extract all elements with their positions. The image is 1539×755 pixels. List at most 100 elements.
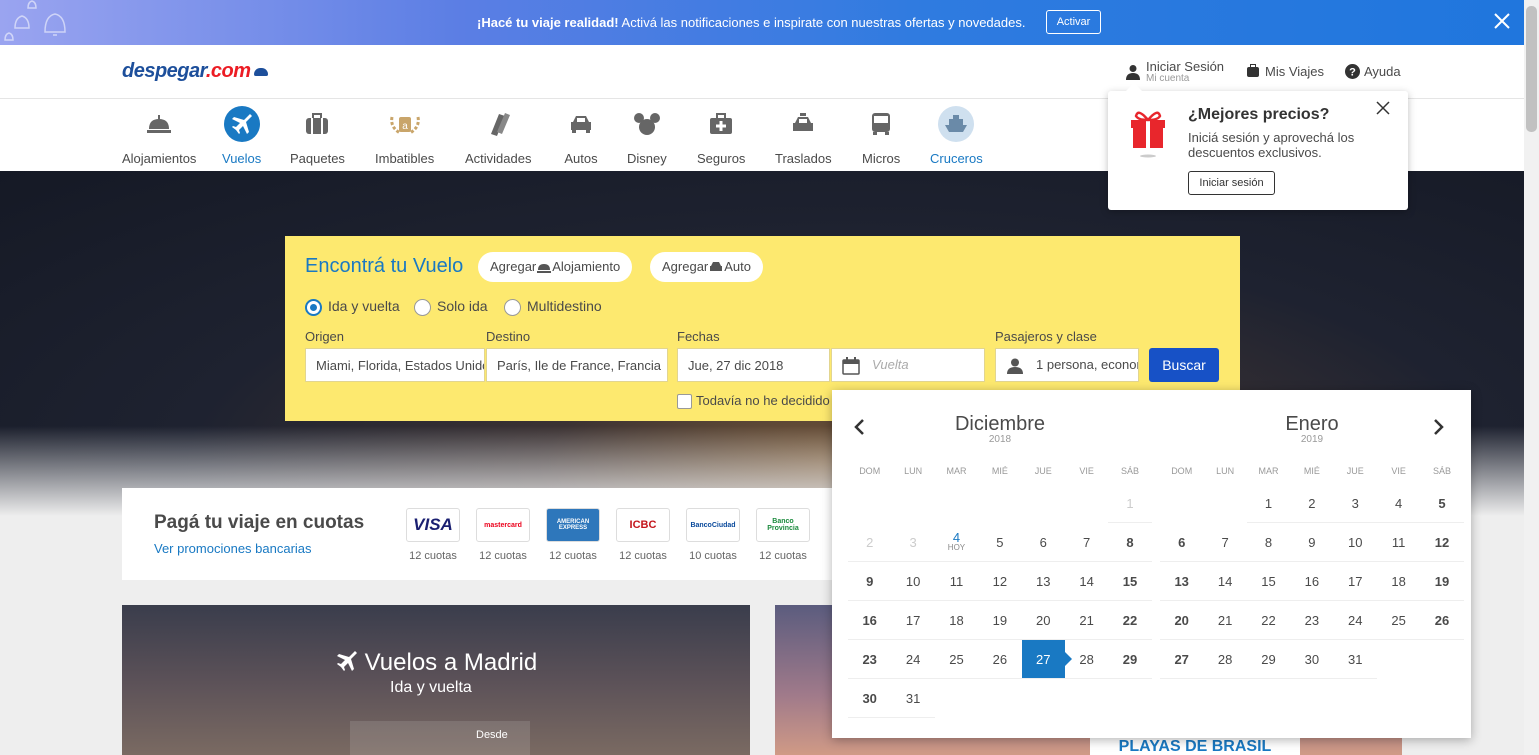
calendar-day[interactable]: 12	[978, 562, 1022, 601]
calendar-day[interactable]: 25	[934, 640, 979, 679]
calendar-day[interactable]: 15	[1108, 562, 1152, 601]
destination-input[interactable]	[486, 348, 668, 382]
calendar-day[interactable]: 13	[1021, 562, 1065, 601]
calendar-day[interactable]: 30	[848, 679, 892, 718]
calendar-day[interactable]: 30	[1290, 640, 1334, 679]
nav-disney[interactable]: Disney	[627, 106, 667, 166]
calendar-day[interactable]: 4	[1376, 484, 1421, 523]
add-hotel-button[interactable]: Agregar Alojamiento	[478, 252, 633, 282]
passengers-input[interactable]: 1 persona, economy	[995, 348, 1139, 382]
calendar-day[interactable]: 16	[1290, 562, 1334, 601]
calendar-day[interactable]: 13	[1160, 562, 1204, 601]
nav-imbatibles[interactable]: a Imbatibles	[375, 106, 434, 166]
calendar-day[interactable]: 31	[1333, 640, 1377, 679]
scrollbar-thumb[interactable]	[1526, 6, 1537, 132]
payment-card[interactable]: mastercard 12 cuotas	[475, 508, 531, 562]
calendar-day[interactable]: 3	[1333, 484, 1377, 523]
calendar-day[interactable]: 15	[1246, 562, 1291, 601]
calendar-day[interactable]: 20	[1021, 601, 1065, 640]
undecided-checkbox[interactable]: Todavía no he decidido	[677, 393, 830, 409]
calendar-day[interactable]: 2	[1290, 484, 1334, 523]
calendar-day[interactable]: 8	[1246, 523, 1291, 562]
nav-micros[interactable]: Micros	[862, 106, 900, 166]
calendar-day[interactable]: 5	[978, 523, 1022, 562]
installments-count: 10 cuotas	[689, 550, 737, 562]
calendar-day[interactable]: 1	[1246, 484, 1291, 523]
search-button[interactable]: Buscar	[1149, 348, 1219, 382]
close-icon[interactable]	[1376, 101, 1390, 115]
page-scrollbar[interactable]	[1524, 0, 1539, 755]
calendar-day-selected[interactable]: 27	[1021, 640, 1073, 679]
return-date-input[interactable]: Vuelta	[831, 348, 985, 382]
nav-autos[interactable]: Autos	[563, 106, 599, 166]
nav-seguros[interactable]: Seguros	[697, 106, 745, 166]
login-menu[interactable]: Iniciar Sesión Mi cuenta	[1126, 59, 1224, 84]
calendar-day[interactable]: 31	[891, 679, 935, 718]
calendar-day[interactable]: 19	[978, 601, 1022, 640]
add-car-button[interactable]: Agregar Auto	[650, 252, 763, 282]
calendar-day[interactable]: 22	[1108, 601, 1152, 640]
trip-type-roundtrip[interactable]: Ida y vuelta	[305, 298, 400, 316]
trip-type-oneway[interactable]: Solo ida	[414, 298, 488, 316]
calendar-day[interactable]: 19	[1420, 562, 1464, 601]
calendar-day[interactable]: 27	[1160, 640, 1204, 679]
calendar-day[interactable]: 8	[1108, 523, 1152, 562]
my-trips-link[interactable]: Mis Viajes	[1246, 64, 1324, 79]
close-icon[interactable]	[1493, 12, 1511, 30]
calendar-day[interactable]: 9	[848, 562, 892, 601]
activate-notifications-button[interactable]: Activar	[1046, 10, 1101, 34]
calendar-day[interactable]: 7	[1064, 523, 1109, 562]
calendar-day[interactable]: 10	[891, 562, 935, 601]
calendar-day[interactable]: 7	[1203, 523, 1247, 562]
calendar-day[interactable]: 24	[1333, 601, 1377, 640]
calendar-day[interactable]: 14	[1064, 562, 1109, 601]
calendar-day[interactable]: 23	[1290, 601, 1334, 640]
calendar-day[interactable]: 11	[1376, 523, 1421, 562]
nav-cruceros[interactable]: Cruceros	[930, 106, 983, 166]
payment-card[interactable]: AMERICAN EXPRESS 12 cuotas	[545, 508, 601, 562]
trip-type-multidestination[interactable]: Multidestino	[504, 298, 602, 316]
payment-card[interactable]: Banco Provincia 12 cuotas	[755, 508, 811, 562]
calendar-day[interactable]: 6	[1021, 523, 1065, 562]
help-link[interactable]: ? Ayuda	[1345, 64, 1401, 79]
calendar-day[interactable]: 14	[1203, 562, 1247, 601]
calendar-day[interactable]: 28	[1203, 640, 1247, 679]
calendar-day[interactable]: 21	[1203, 601, 1247, 640]
calendar-day[interactable]: 29	[1108, 640, 1152, 679]
calendar-day[interactable]: 21	[1064, 601, 1109, 640]
calendar-day[interactable]: 18	[934, 601, 979, 640]
origin-input[interactable]	[305, 348, 485, 382]
calendar-day[interactable]: 24	[891, 640, 935, 679]
calendar-day[interactable]: 20	[1160, 601, 1204, 640]
calendar-day[interactable]: 26	[1420, 601, 1464, 640]
calendar-day[interactable]: 9	[1290, 523, 1334, 562]
calendar-day[interactable]: 25	[1376, 601, 1421, 640]
tooltip-login-button[interactable]: Iniciar sesión	[1188, 171, 1275, 195]
calendar-day[interactable]: 18	[1376, 562, 1421, 601]
promo-madrid[interactable]: Vuelos a Madrid Ida y vuelta Desde	[122, 605, 750, 755]
payment-card[interactable]: ICBC 12 cuotas	[615, 508, 671, 562]
calendar-day[interactable]: 17	[891, 601, 935, 640]
calendar-day[interactable]: 26	[978, 640, 1022, 679]
departure-date-input[interactable]	[677, 348, 830, 382]
calendar-day[interactable]: 29	[1246, 640, 1291, 679]
calendar-day[interactable]: 23	[848, 640, 892, 679]
calendar-day[interactable]: 16	[848, 601, 892, 640]
nav-paquetes[interactable]: Paquetes	[290, 106, 345, 166]
calendar-day[interactable]: 12	[1420, 523, 1464, 562]
calendar-day[interactable]: 10	[1333, 523, 1377, 562]
nav-vuelos[interactable]: Vuelos	[222, 106, 261, 166]
nav-actividades[interactable]: Actividades	[465, 106, 531, 166]
despegar-logo[interactable]: despegar.com	[122, 60, 268, 83]
nav-traslados[interactable]: Traslados	[775, 106, 832, 166]
calendar-day[interactable]: 17	[1333, 562, 1377, 601]
nav-alojamientos[interactable]: Alojamientos	[122, 106, 196, 166]
calendar-day[interactable]: 4 HOY	[934, 523, 979, 562]
payment-card[interactable]: VISA 12 cuotas	[405, 508, 461, 562]
calendar-day[interactable]: 6	[1160, 523, 1204, 562]
calendar-day[interactable]: 11	[934, 562, 979, 601]
payment-card[interactable]: BancoCiudad 10 cuotas	[685, 508, 741, 562]
bank-promotions-link[interactable]: Ver promociones bancarias	[154, 541, 312, 556]
calendar-day[interactable]: 5	[1420, 484, 1464, 523]
calendar-day[interactable]: 22	[1246, 601, 1291, 640]
